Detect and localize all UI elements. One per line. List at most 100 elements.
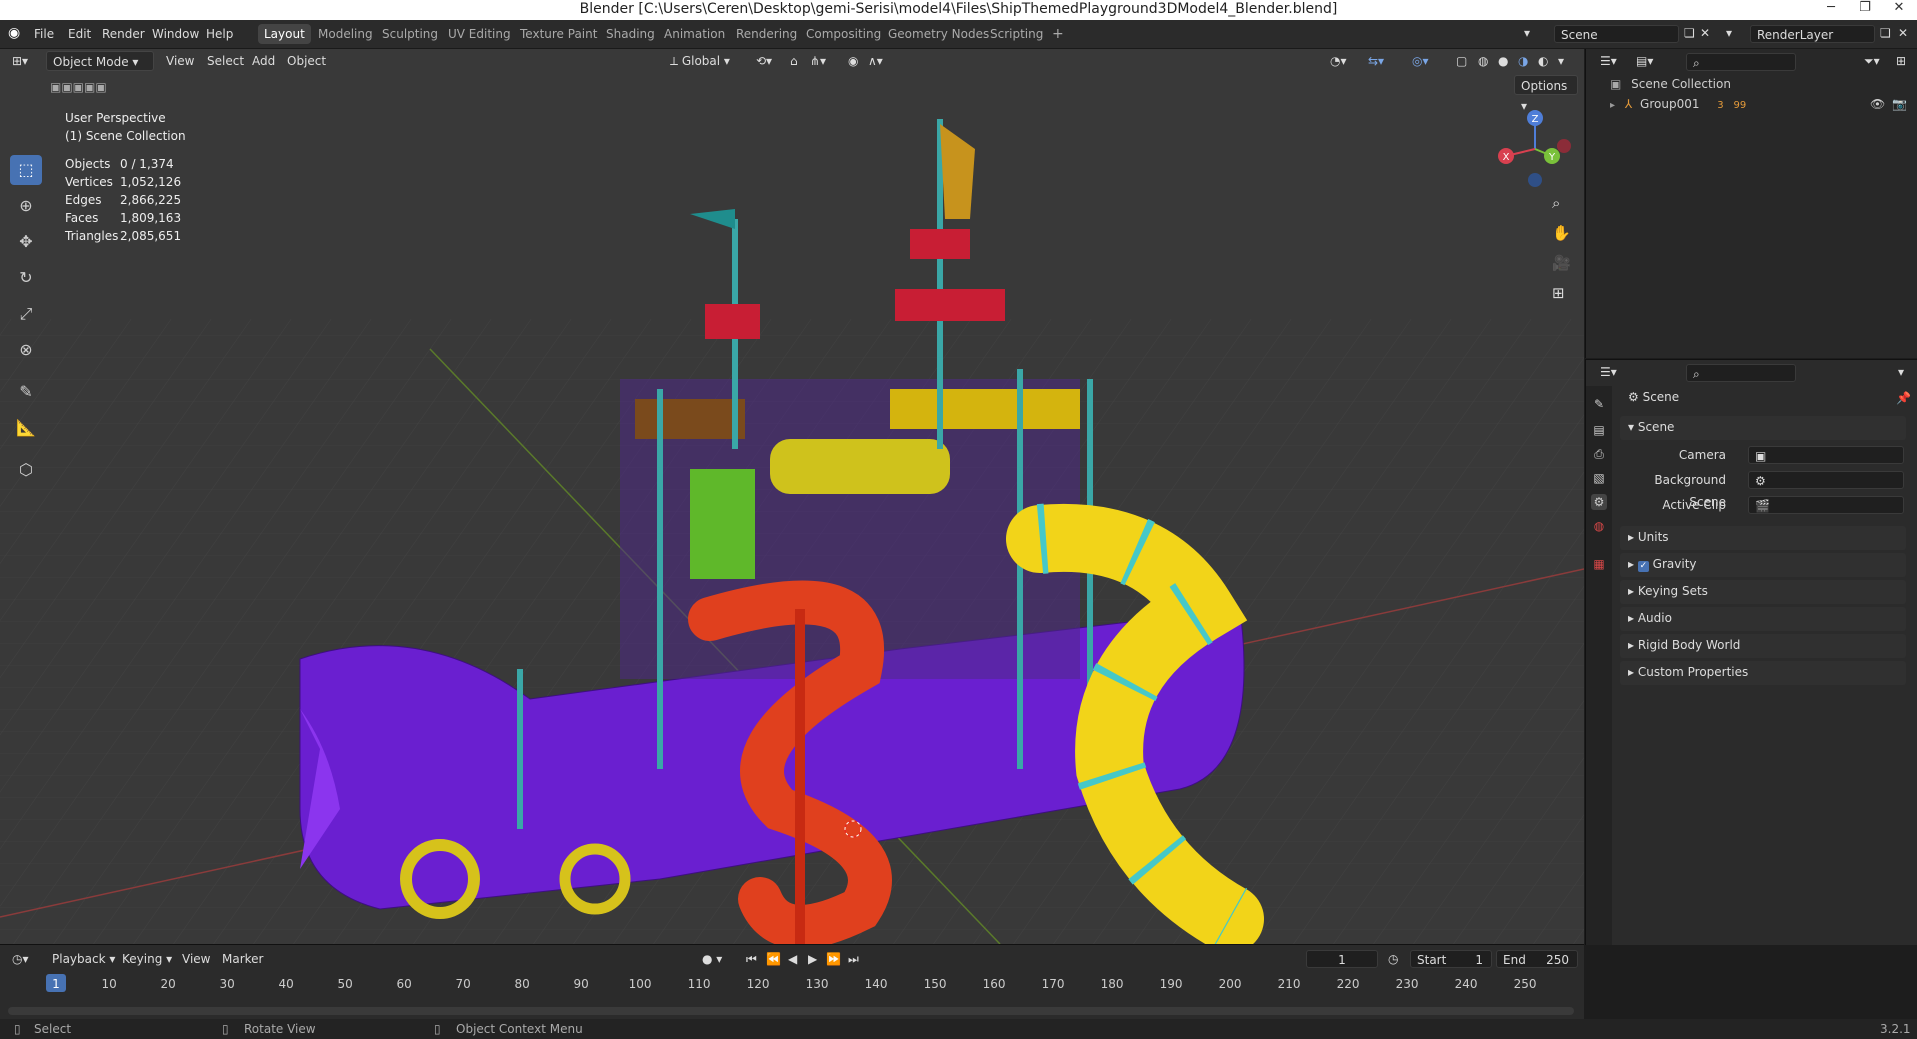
output-tab-icon[interactable]: ⎙ [1591, 446, 1607, 462]
panel-gravity[interactable]: ▸ ✓ Gravity [1620, 553, 1906, 577]
transform-icon[interactable]: ⊗ [10, 335, 42, 365]
visibility-eye-icon[interactable]: 👁 [1870, 97, 1885, 111]
render-tab-icon[interactable]: ▤ [1591, 422, 1607, 438]
snap-target-icon[interactable]: ⋔▾ [810, 51, 826, 71]
menu-edit[interactable]: Edit [68, 27, 91, 41]
tab-texture-paint[interactable]: Texture Paint [514, 24, 603, 44]
panel-units[interactable]: ▸ Units [1620, 526, 1906, 550]
scene-field[interactable]: Scene [1554, 25, 1679, 43]
filter-icon[interactable]: ⏷▾ [1864, 51, 1880, 71]
menu-view[interactable]: View [166, 51, 194, 71]
move-icon[interactable]: ✥ [10, 227, 42, 257]
select-box-icon[interactable]: ⬚ [10, 155, 42, 185]
properties-options-icon[interactable]: ▾ [1898, 362, 1904, 382]
texture-tab-icon[interactable]: ▦ [1591, 556, 1607, 572]
blender-logo-icon[interactable]: ◉ [8, 25, 20, 41]
proportional-edit-icon[interactable]: ◉ [848, 51, 858, 71]
pin-icon[interactable]: 📌 [1896, 388, 1911, 408]
panel-rigid-body-world[interactable]: ▸ Rigid Body World [1620, 634, 1906, 658]
view-layer-tab-icon[interactable]: ▧ [1591, 470, 1607, 486]
tab-compositing[interactable]: Compositing [800, 24, 887, 44]
tab-uv-editing[interactable]: UV Editing [442, 24, 517, 44]
scale-icon[interactable]: ⤢ [10, 299, 42, 329]
delete-renderlayer-icon[interactable]: ✕ [1898, 26, 1908, 40]
restore-icon[interactable]: ❐ [1848, 0, 1882, 20]
renderlayer-selector-icon[interactable]: ▾ [1726, 26, 1732, 40]
tab-modeling[interactable]: Modeling [312, 24, 379, 44]
snap-icon[interactable]: ⌂ [790, 51, 798, 71]
menu-file[interactable]: File [34, 27, 54, 41]
menu-window[interactable]: Window [152, 27, 199, 41]
tab-layout[interactable]: Layout [258, 24, 311, 44]
camera-field[interactable]: ▣ [1748, 446, 1904, 464]
tool-tab-icon[interactable]: ✎ [1591, 396, 1607, 412]
rotate-icon[interactable]: ↻ [10, 263, 42, 293]
selection-mode-icons[interactable]: ▣▣▣▣▣ [50, 77, 107, 97]
3d-viewport[interactable]: ⊞▾ Object Mode ▾ View Select Add Object … [0, 49, 1584, 944]
outliner-editor-icon[interactable]: ☰▾ [1600, 51, 1617, 71]
panel-custom-properties[interactable]: ▸ Custom Properties [1620, 661, 1906, 685]
editor-type-icon[interactable]: ⊞▾ [12, 51, 28, 71]
expand-arrow-icon[interactable]: ▸ [1610, 100, 1615, 111]
perspective-toggle-icon[interactable]: ⊞ [1552, 283, 1565, 303]
gravity-checkbox[interactable]: ✓ [1637, 561, 1649, 572]
world-tab-icon[interactable]: ◍ [1591, 518, 1607, 534]
options-dropdown[interactable]: Options ▾ [1514, 75, 1578, 113]
panel-audio[interactable]: ▸ Audio [1620, 607, 1906, 631]
scene-section-header[interactable]: ▾ Scene [1620, 416, 1906, 440]
menu-select[interactable]: Select [207, 51, 244, 71]
zoom-icon[interactable]: ⌕ [1552, 193, 1560, 213]
orientation-dropdown[interactable]: ⟂ Global ▾ [670, 51, 730, 71]
close-icon[interactable]: ✕ [1882, 0, 1916, 20]
rendered-shading-icon[interactable]: ◐ [1538, 51, 1548, 71]
material-shading-icon[interactable]: ◑ [1518, 51, 1528, 71]
add-workspace-icon[interactable]: + [1046, 24, 1070, 44]
menu-add[interactable]: Add [252, 51, 275, 71]
timeline-scrollbar[interactable] [8, 1007, 1574, 1015]
outliner-root-row[interactable]: ▣ Scene Collection [1610, 77, 1731, 91]
tab-geometry-nodes[interactable]: Geometry Nodes [882, 24, 995, 44]
camera-view-icon[interactable]: 🎥 [1552, 253, 1571, 273]
pan-hand-icon[interactable]: ✋ [1552, 223, 1571, 243]
delete-scene-icon[interactable]: ✕ [1700, 26, 1710, 40]
add-cube-icon[interactable]: ⬡ [10, 455, 42, 485]
xray-icon[interactable]: ▢ [1456, 51, 1467, 71]
tab-shading[interactable]: Shading [600, 24, 661, 44]
renderlayer-field[interactable]: RenderLayer [1750, 25, 1875, 43]
properties-editor-icon[interactable]: ☰▾ [1600, 362, 1617, 382]
overlay-toggle-icon[interactable]: ◎▾ [1412, 51, 1429, 71]
render-camera-icon[interactable]: 📷 [1892, 97, 1907, 111]
menu-object[interactable]: Object [287, 51, 326, 71]
scene-selector-icon[interactable]: ▾ [1524, 26, 1530, 40]
cursor-icon[interactable]: ⊕ [10, 191, 42, 221]
tab-animation[interactable]: Animation [658, 24, 731, 44]
tab-scripting[interactable]: Scripting [984, 24, 1049, 44]
properties-search-input[interactable]: ⌕ [1686, 364, 1796, 382]
scene-tab-icon[interactable]: ⚙ [1591, 494, 1607, 510]
navigation-gizmo[interactable]: Z X Y [1490, 104, 1580, 194]
gizmo-toggle-icon[interactable]: ⇆▾ [1368, 51, 1384, 71]
new-collection-icon[interactable]: ⊞ [1896, 51, 1906, 71]
measure-icon[interactable]: 📐 [10, 413, 42, 443]
solid-shading-icon[interactable]: ● [1498, 51, 1508, 71]
outliner-item-group001[interactable]: ▸ ⅄ Group001 3 99 👁 📷 [1610, 97, 1910, 111]
menu-help[interactable]: Help [206, 27, 233, 41]
minimize-icon[interactable]: ─ [1814, 0, 1848, 20]
active-clip-field[interactable]: 🎬 [1748, 496, 1904, 514]
new-renderlayer-icon[interactable]: ❏ [1880, 26, 1891, 40]
visibility-icon[interactable]: ◔▾ [1330, 51, 1347, 71]
tab-sculpting[interactable]: Sculpting [376, 24, 444, 44]
mode-dropdown[interactable]: Object Mode ▾ [46, 51, 154, 71]
menu-render[interactable]: Render [102, 27, 145, 41]
display-mode-icon[interactable]: ▤▾ [1636, 51, 1653, 71]
new-scene-icon[interactable]: ❏ [1684, 26, 1695, 40]
tab-rendering[interactable]: Rendering [730, 24, 803, 44]
panel-keying-sets[interactable]: ▸ Keying Sets [1620, 580, 1906, 604]
annotate-icon[interactable]: ✎ [10, 377, 42, 407]
falloff-icon[interactable]: ∧▾ [868, 51, 883, 71]
background-scene-field[interactable]: ⚙ [1748, 471, 1904, 489]
wireframe-shading-icon[interactable]: ◍ [1478, 51, 1488, 71]
pivot-icon[interactable]: ⟲▾ [756, 51, 772, 71]
shading-options-icon[interactable]: ▾ [1558, 51, 1564, 71]
outliner-search-input[interactable]: ⌕ [1686, 53, 1796, 71]
